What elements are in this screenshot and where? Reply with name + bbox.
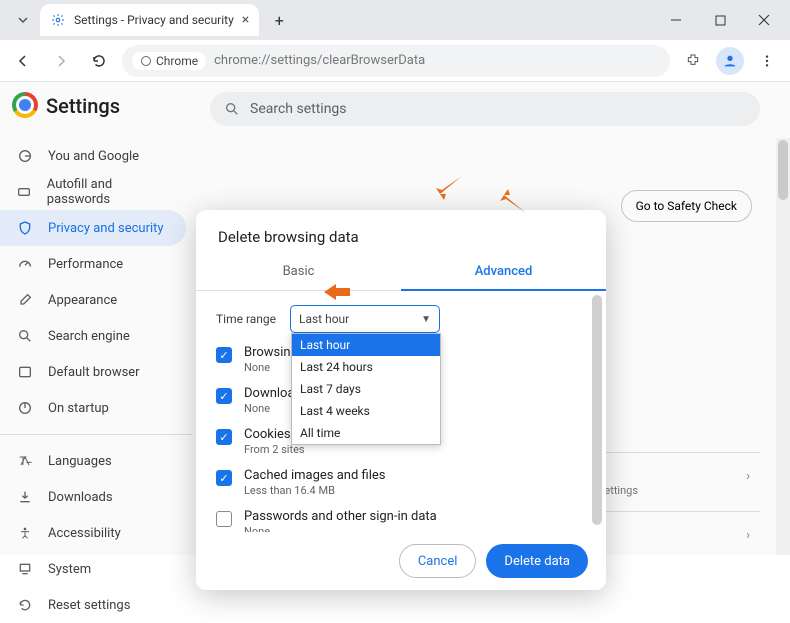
checkbox-icon[interactable] (216, 511, 232, 527)
site-chip[interactable]: Chrome (132, 52, 206, 70)
button-label: Delete data (504, 554, 570, 569)
button-label: Cancel (418, 554, 458, 569)
sidebar-item-reset[interactable]: Reset settings (0, 587, 186, 623)
profile-avatar[interactable] (716, 47, 744, 75)
option-sub: Less than 16.4 MB (244, 484, 385, 497)
new-tab-button[interactable]: + (265, 6, 293, 34)
checkbox-icon[interactable]: ✓ (216, 470, 232, 486)
dialog-scrollbar[interactable] (592, 291, 604, 532)
option-label: Cached images and files (244, 468, 385, 483)
reset-icon (16, 596, 34, 614)
close-icon[interactable]: × (242, 12, 249, 28)
url-text: chrome://settings/clearBrowserData (214, 53, 425, 68)
checkbox-icon[interactable]: ✓ (216, 347, 232, 363)
tab-advanced[interactable]: Advanced (401, 254, 606, 291)
select-value: Last hour (299, 312, 349, 326)
option-cached-images[interactable]: ✓ Cached images and filesLess than 16.4 M… (216, 468, 586, 497)
dropdown-option-last-hour[interactable]: Last hour (292, 334, 440, 356)
sidebar-item-label: System (48, 562, 91, 577)
cancel-button[interactable]: Cancel (399, 544, 477, 578)
reload-button[interactable] (84, 46, 114, 76)
gear-icon (50, 12, 66, 28)
tab-search-dropdown[interactable] (12, 6, 34, 34)
minimize-button[interactable] (654, 0, 698, 40)
checkbox-icon[interactable]: ✓ (216, 429, 232, 445)
tab-basic[interactable]: Basic (196, 254, 401, 291)
dropdown-option-last-7-days[interactable]: Last 7 days (292, 378, 440, 400)
forward-button[interactable] (46, 46, 76, 76)
system-icon (16, 560, 34, 578)
browser-toolbar: Chrome chrome://settings/clearBrowserDat… (0, 40, 790, 82)
dropdown-option-all-time[interactable]: All time (292, 422, 440, 444)
window-titlebar: Settings - Privacy and security × + (0, 0, 790, 40)
browser-tab[interactable]: Settings - Privacy and security × (40, 4, 259, 36)
sidebar-item-label: Reset settings (48, 598, 130, 613)
option-passwords[interactable]: Passwords and other sign-in dataNone (216, 509, 586, 532)
dialog-title: Delete browsing data (196, 210, 606, 254)
chevron-down-icon: ▼ (421, 314, 431, 325)
clear-browsing-data-dialog: Delete browsing data Basic Advanced Time… (196, 210, 606, 590)
annotation-arrow-icon (434, 174, 464, 206)
time-range-label: Time range (216, 312, 280, 326)
tab-label: Basic (283, 264, 315, 279)
address-bar[interactable]: Chrome chrome://settings/clearBrowserDat… (122, 45, 670, 77)
time-range-select[interactable]: Last hour ▼ Last hour Last 24 hours Last… (290, 305, 440, 333)
annotation-arrow-icon (322, 282, 350, 306)
dropdown-option-last-4-weeks[interactable]: Last 4 weeks (292, 400, 440, 422)
delete-data-button[interactable]: Delete data (486, 544, 588, 578)
maximize-button[interactable] (698, 0, 742, 40)
extensions-button[interactable] (678, 46, 708, 76)
close-window-button[interactable] (742, 0, 786, 40)
option-sub: None (244, 525, 437, 532)
tab-label: Advanced (475, 264, 533, 279)
tab-title: Settings - Privacy and security (74, 13, 234, 27)
dropdown-option-last-24-hours[interactable]: Last 24 hours (292, 356, 440, 378)
time-range-dropdown: Last hour Last 24 hours Last 7 days Last… (291, 333, 441, 445)
back-button[interactable] (8, 46, 38, 76)
site-chip-label: Chrome (156, 54, 198, 68)
option-label: Passwords and other sign-in data (244, 509, 437, 524)
sidebar-item-system[interactable]: System (0, 551, 186, 587)
menu-button[interactable] (752, 46, 782, 76)
annotation-arrow-icon (498, 187, 528, 219)
checkbox-icon[interactable]: ✓ (216, 388, 232, 404)
